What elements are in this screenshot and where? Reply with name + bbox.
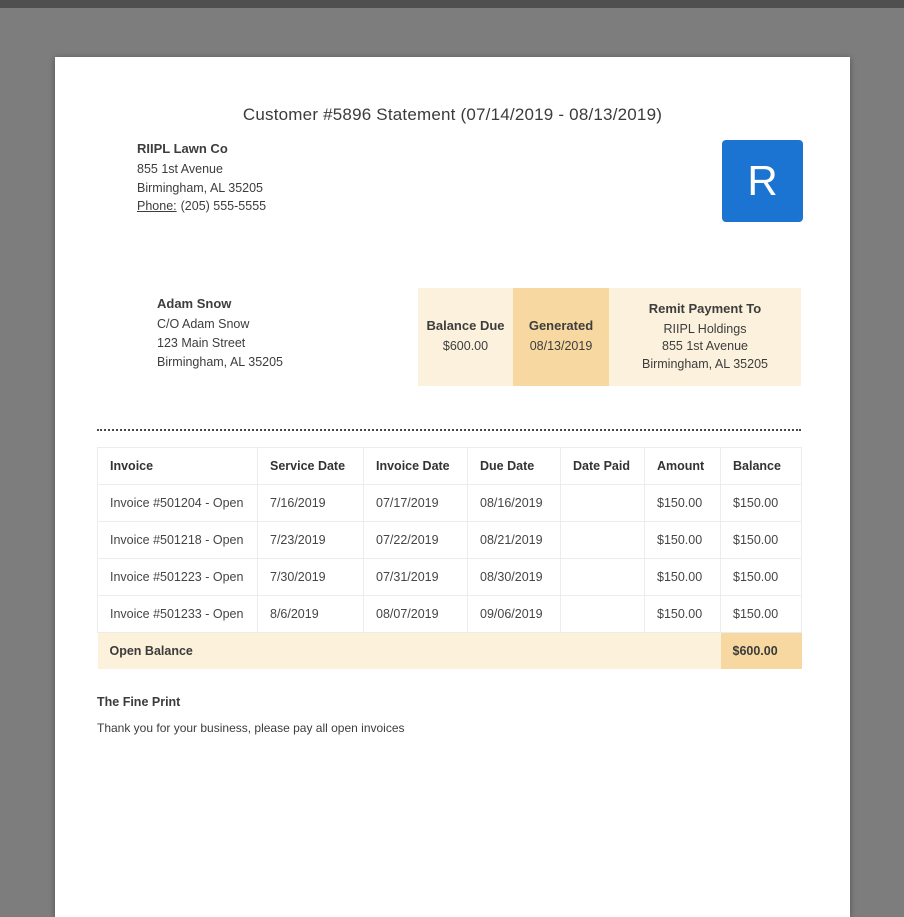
cell-invoice: Invoice #501233 - Open bbox=[97, 595, 258, 633]
cell-invoice-date: 07/17/2019 bbox=[363, 484, 468, 522]
cell-due-date: 08/30/2019 bbox=[467, 558, 561, 596]
cell-invoice: Invoice #501204 - Open bbox=[97, 484, 258, 522]
remit-payment-cell: Remit Payment To RIIPL Holdings 855 1st … bbox=[609, 288, 801, 386]
phone-label: Phone: bbox=[137, 199, 177, 213]
header-due-date: Due Date bbox=[467, 447, 561, 485]
remit-line1: RIIPL Holdings bbox=[663, 321, 747, 336]
cell-balance: $150.00 bbox=[720, 595, 802, 633]
header-invoice: Invoice bbox=[97, 447, 258, 485]
cell-date-paid bbox=[560, 558, 645, 596]
cell-invoice: Invoice #501223 - Open bbox=[97, 558, 258, 596]
cell-service-date: 7/23/2019 bbox=[257, 521, 364, 559]
remit-line2: 855 1st Avenue bbox=[662, 339, 748, 354]
company-phone-line: Phone: (205) 555-5555 bbox=[137, 197, 266, 216]
open-balance-label: Open Balance bbox=[97, 632, 721, 669]
header-amount: Amount bbox=[644, 447, 721, 485]
invoice-table: Invoice Service Date Invoice Date Due Da… bbox=[97, 447, 802, 669]
cell-invoice-date: 07/22/2019 bbox=[363, 521, 468, 559]
table-row: Invoice #501204 - Open 7/16/2019 07/17/2… bbox=[97, 484, 802, 522]
cell-due-date: 08/21/2019 bbox=[467, 521, 561, 559]
company-address-line1: 855 1st Avenue bbox=[137, 162, 223, 176]
viewer-top-bar bbox=[0, 0, 904, 8]
customer-info-block: Adam Snow C/O Adam Snow 123 Main Street … bbox=[157, 296, 283, 372]
statement-title: Customer #5896 Statement (07/14/2019 - 0… bbox=[242, 105, 663, 124]
fine-print-heading: The Fine Print bbox=[97, 695, 181, 709]
header-invoice-date: Invoice Date bbox=[363, 447, 468, 485]
company-address-line2: Birmingham, AL 35205 bbox=[137, 180, 264, 195]
cell-date-paid bbox=[560, 521, 645, 559]
header-balance: Balance bbox=[720, 447, 802, 485]
cell-due-date: 08/16/2019 bbox=[467, 484, 561, 522]
table-row: Invoice #501223 - Open 7/30/2019 07/31/2… bbox=[97, 558, 802, 596]
cell-balance: $150.00 bbox=[720, 484, 802, 522]
generated-cell: Generated 08/13/2019 bbox=[513, 288, 609, 386]
summary-strip: Balance Due $600.00 Generated 08/13/2019… bbox=[418, 288, 801, 386]
generated-value: 08/13/2019 bbox=[529, 339, 593, 354]
balance-due-value: $600.00 bbox=[442, 339, 489, 354]
remit-line3: Birmingham, AL 35205 bbox=[641, 356, 768, 371]
company-name: RIIPL Lawn Co bbox=[137, 141, 228, 156]
header-service-date: Service Date bbox=[257, 447, 364, 485]
dotted-divider bbox=[97, 429, 801, 431]
cell-amount: $150.00 bbox=[644, 484, 721, 522]
balance-due-label: Balance Due bbox=[426, 318, 505, 334]
open-balance-row: Open Balance $600.00 bbox=[97, 632, 802, 669]
table-header-row: Invoice Service Date Invoice Date Due Da… bbox=[97, 447, 802, 485]
cell-service-date: 8/6/2019 bbox=[257, 595, 364, 633]
customer-line1: C/O Adam Snow bbox=[157, 317, 250, 331]
logo-letter: R bbox=[747, 157, 778, 204]
fine-print-text: Thank you for your business, please pay … bbox=[97, 721, 405, 735]
cell-service-date: 7/30/2019 bbox=[257, 558, 364, 596]
balance-due-cell: Balance Due $600.00 bbox=[418, 288, 513, 386]
customer-line3: Birmingham, AL 35205 bbox=[157, 355, 284, 369]
cell-service-date: 7/16/2019 bbox=[257, 484, 364, 522]
customer-name: Adam Snow bbox=[157, 296, 232, 311]
customer-line2: 123 Main Street bbox=[157, 336, 246, 350]
cell-invoice-date: 08/07/2019 bbox=[363, 595, 468, 633]
open-balance-value: $600.00 bbox=[720, 632, 802, 669]
generated-label: Generated bbox=[528, 318, 594, 334]
phone-number: (205) 555-5555 bbox=[180, 199, 267, 213]
cell-amount: $150.00 bbox=[644, 558, 721, 596]
table-row: Invoice #501233 - Open 8/6/2019 08/07/20… bbox=[97, 595, 802, 633]
cell-balance: $150.00 bbox=[720, 521, 802, 559]
statement-page: Customer #5896 Statement (07/14/2019 - 0… bbox=[55, 57, 850, 917]
cell-amount: $150.00 bbox=[644, 521, 721, 559]
table-row: Invoice #501218 - Open 7/23/2019 07/22/2… bbox=[97, 521, 802, 559]
company-info-block: RIIPL Lawn Co 855 1st Avenue Birmingham,… bbox=[137, 141, 266, 216]
cell-invoice: Invoice #501218 - Open bbox=[97, 521, 258, 559]
company-logo: R bbox=[722, 140, 803, 222]
cell-amount: $150.00 bbox=[644, 595, 721, 633]
remit-label: Remit Payment To bbox=[648, 300, 762, 316]
cell-amount-paid bbox=[560, 595, 645, 633]
cell-date-paid bbox=[560, 484, 645, 522]
cell-invoice-date: 07/31/2019 bbox=[363, 558, 468, 596]
cell-due-date: 09/06/2019 bbox=[467, 595, 561, 633]
header-date-paid: Date Paid bbox=[560, 447, 645, 485]
cell-balance: $150.00 bbox=[720, 558, 802, 596]
